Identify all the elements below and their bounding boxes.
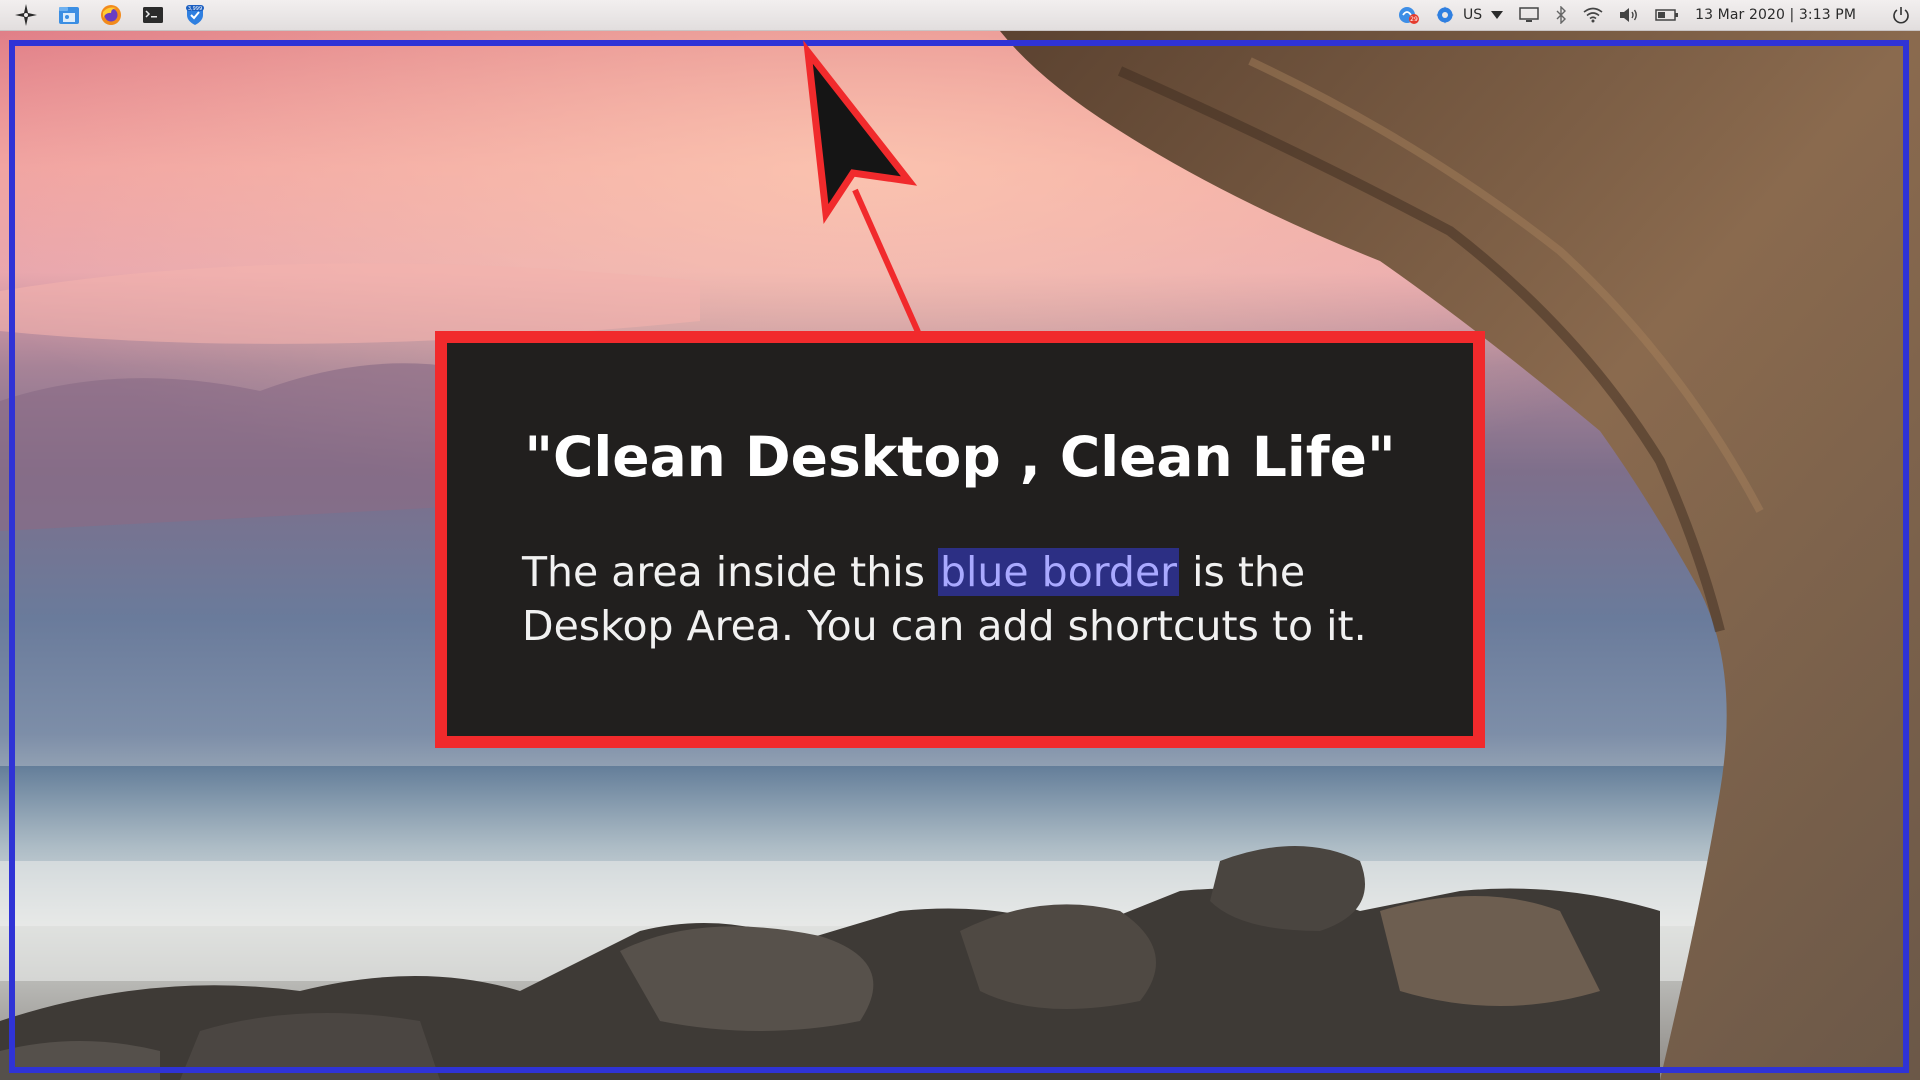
clock-label: 13 Mar 2020 | 3:13 PM — [1695, 7, 1856, 23]
updater-badge: 3,999 — [188, 6, 202, 12]
app-menu-button[interactable] — [14, 0, 38, 31]
power-icon — [1893, 7, 1909, 24]
notifications-button[interactable]: 29 — [1398, 0, 1420, 31]
battery-icon — [1655, 9, 1679, 21]
firefox-icon — [101, 5, 121, 25]
keyboard-layout-label: US — [1462, 7, 1483, 23]
power-button[interactable] — [1892, 0, 1910, 31]
wifi-icon — [1583, 7, 1603, 23]
clock-button[interactable]: 13 Mar 2020 | 3:13 PM — [1695, 0, 1856, 31]
terminal-icon — [143, 7, 163, 23]
callout-title: "Clean Desktop , Clean Life" — [524, 425, 1396, 489]
bluetooth-button[interactable] — [1555, 0, 1567, 31]
battery-button[interactable] — [1655, 0, 1679, 31]
top-panel: 3,999 29 US 13 Mar 2020 | 3:13 PM — [0, 0, 1920, 31]
app-menu-icon — [15, 4, 37, 26]
file-manager-button[interactable] — [58, 0, 80, 31]
file-manager-icon — [59, 7, 79, 24]
callout-body: The area inside this blue border is the … — [522, 545, 1422, 653]
cursor-arrow-icon — [803, 40, 918, 225]
volume-button[interactable] — [1619, 0, 1639, 31]
display-button[interactable] — [1519, 0, 1539, 31]
software-updater-icon: 3,999 — [186, 5, 204, 25]
settings-gear-icon — [1436, 6, 1454, 24]
chevron-down-icon — [1491, 11, 1504, 19]
volume-icon — [1620, 8, 1638, 22]
firefox-button[interactable] — [100, 0, 122, 31]
panel-launchers: 3,999 — [14, 0, 206, 30]
display-icon — [1519, 7, 1539, 22]
notifications-icon: 29 — [1398, 7, 1419, 24]
keyboard-layout-button[interactable]: US — [1436, 0, 1504, 31]
callout-body-highlight: blue border — [938, 548, 1180, 596]
bluetooth-icon — [1556, 6, 1567, 24]
system-tray: 29 US 13 Mar 2020 | 3:13 PM — [1398, 0, 1910, 30]
terminal-button[interactable] — [142, 0, 164, 31]
wifi-button[interactable] — [1583, 0, 1603, 31]
software-updater-button[interactable]: 3,999 — [184, 0, 206, 31]
info-callout: "Clean Desktop , Clean Life" The area in… — [435, 331, 1485, 748]
callout-body-before: The area inside this — [522, 548, 939, 596]
notification-badge: 29 — [1410, 16, 1418, 23]
